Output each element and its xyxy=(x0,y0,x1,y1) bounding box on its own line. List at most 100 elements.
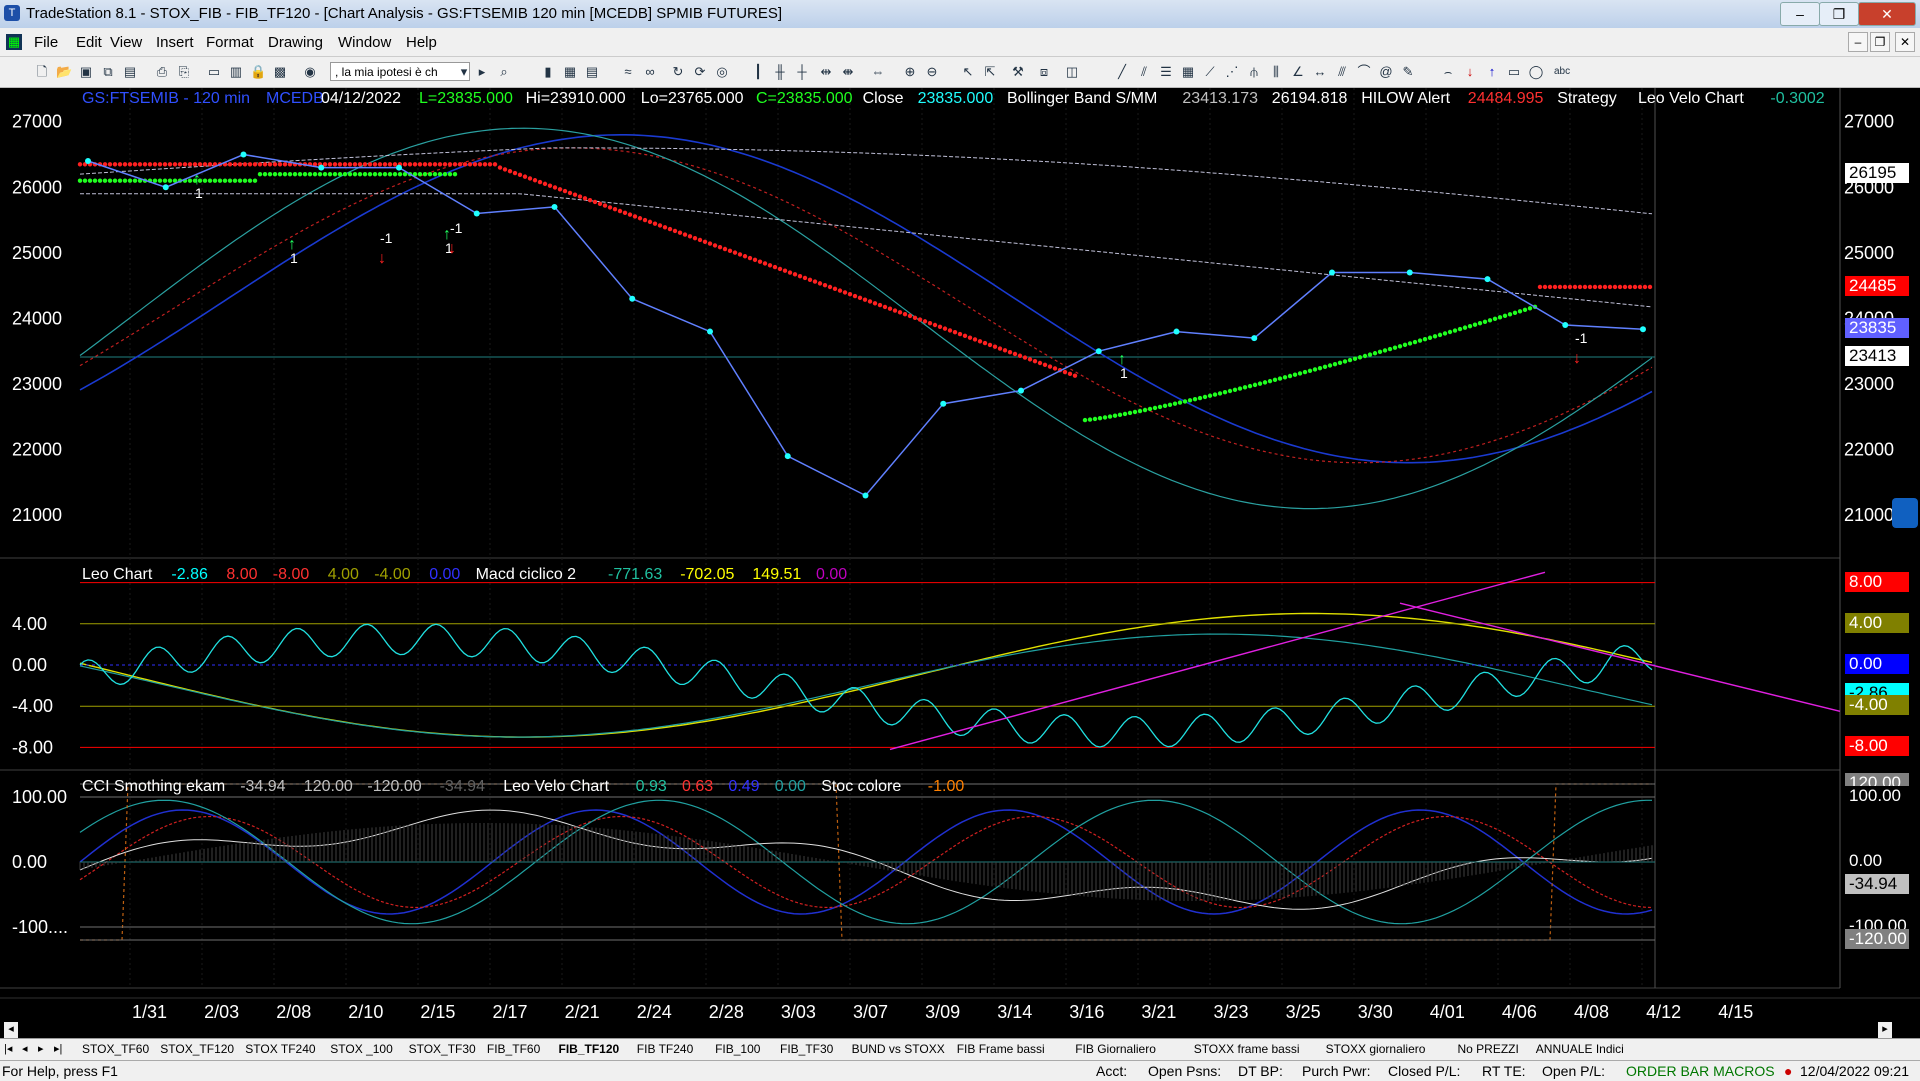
ohlc-icon[interactable]: ┼ xyxy=(794,64,810,80)
chart-area[interactable]: 1 ↑ 1 ↑ -1 ↓ 1 ↑ -1 ↓ 1 ↑ -1 ↓ 27000 27000 26000 26000 25… xyxy=(0,88,1920,1038)
globe-icon[interactable]: ◉ xyxy=(302,64,318,80)
tab-fib-tf240[interactable]: FIB TF240 xyxy=(637,1042,693,1056)
channel-icon[interactable]: ⫽ xyxy=(1136,64,1152,80)
fan-icon[interactable]: ⋰ xyxy=(1224,64,1240,80)
speed-line-icon[interactable]: ⟋ xyxy=(1202,64,1218,80)
briefcase-icon[interactable]: ▤ xyxy=(122,64,138,80)
menu-window[interactable]: Window xyxy=(338,34,391,51)
print-preview-icon[interactable]: ⎘ xyxy=(176,64,192,80)
window-icon[interactable]: ▭ xyxy=(206,64,222,80)
menu-help[interactable]: Help xyxy=(406,34,437,51)
pointer-icon[interactable]: ↖ xyxy=(960,64,976,80)
fib-icon[interactable]: ☰ xyxy=(1158,64,1174,80)
print-icon[interactable]: ⎙ xyxy=(154,64,170,80)
layout-icon[interactable]: ▥ xyxy=(228,64,244,80)
scroll-right-icon[interactable]: ▸ xyxy=(1878,1022,1892,1038)
scroll-left-icon[interactable]: ◂ xyxy=(4,1022,18,1038)
find-icon[interactable]: ⌕ xyxy=(496,64,512,80)
pen-icon[interactable]: ✎ xyxy=(1400,64,1416,80)
arc-icon[interactable]: ⌒ xyxy=(1356,64,1372,80)
spiral-icon[interactable]: @ xyxy=(1378,64,1394,80)
bar-chart-icon[interactable]: ▮ xyxy=(540,64,556,80)
hilow-red-dots xyxy=(1047,364,1053,369)
tab-bund-vs-stoxx[interactable]: BUND vs STOXX xyxy=(852,1042,945,1056)
refresh-icon[interactable]: ↻ xyxy=(670,64,686,80)
tab-stox-100[interactable]: STOX _100 xyxy=(330,1042,392,1056)
tick-icon[interactable]: ╫ xyxy=(772,64,788,80)
copy-icon[interactable]: ⧉ xyxy=(100,64,116,80)
tab-fib-100[interactable]: FIB_100 xyxy=(715,1042,760,1056)
tab-nav-prev[interactable]: ◂ xyxy=(22,1042,28,1055)
tab-fib-giornaliero[interactable]: FIB Giornaliero xyxy=(1075,1042,1156,1056)
chart-canvas[interactable]: 1↑1↑ -1↓1↑ -1↓1↑-1↓ 2700027000260002600025… xyxy=(0,88,1920,1038)
restore-button[interactable]: ❐ xyxy=(1819,2,1859,26)
cycle-icon[interactable]: ⫼ xyxy=(1268,64,1284,80)
tab-fib-tf60[interactable]: FIB_TF60 xyxy=(487,1042,540,1056)
candle-icon[interactable]: ┃ xyxy=(750,64,766,80)
menu-format[interactable]: Format xyxy=(206,34,254,51)
cursor-data-icon[interactable]: ⇱ xyxy=(982,64,998,80)
menu-view[interactable]: View xyxy=(110,34,142,51)
hammer-icon[interactable]: ⚒ xyxy=(1010,64,1026,80)
tab-nav-next[interactable]: ▸ xyxy=(38,1042,44,1055)
chevron-down-icon[interactable]: ▾ xyxy=(456,64,472,80)
format-icon[interactable]: ⧈ xyxy=(1036,64,1052,80)
new-icon[interactable]: 🗋 xyxy=(34,64,50,80)
scope-icon[interactable]: ◎ xyxy=(714,64,730,80)
menu-insert[interactable]: Insert xyxy=(156,34,194,51)
menu-file[interactable]: File xyxy=(34,34,58,51)
tab-fib-frame-bassi[interactable]: FIB Frame bassi xyxy=(957,1042,1045,1056)
compress-icon[interactable]: ⇹ xyxy=(818,64,834,80)
annotation-combo[interactable]: , la mia ipotesi è ch xyxy=(330,62,470,81)
angle-icon[interactable]: ∠ xyxy=(1290,64,1306,80)
tab-stoxx-frame-bassi[interactable]: STOXX frame bassi xyxy=(1194,1042,1300,1056)
tab-fib-tf30[interactable]: FIB_TF30 xyxy=(780,1042,833,1056)
mdi-close-button[interactable]: ✕ xyxy=(1895,32,1915,52)
save-icon[interactable]: ▣ xyxy=(78,64,94,80)
rectangle-icon[interactable]: ▭ xyxy=(1506,64,1522,80)
pitchfork-icon[interactable]: ⫛ xyxy=(1246,64,1262,80)
minimize-button[interactable]: – xyxy=(1780,2,1820,26)
snap-icon[interactable]: ◫ xyxy=(1064,64,1080,80)
sell-arrow-icon[interactable]: ↓ xyxy=(1462,64,1478,80)
text-tool-icon[interactable]: abc xyxy=(1554,64,1570,80)
tab-stox-tf30[interactable]: STOX_TF30 xyxy=(409,1042,476,1056)
tab-stox-tf240[interactable]: STOX TF240 xyxy=(245,1042,315,1056)
zoom-in-icon[interactable]: ⊕ xyxy=(902,64,918,80)
wave-icon[interactable]: ≈ xyxy=(620,64,636,80)
mdi-minimize-button[interactable]: – xyxy=(1848,32,1868,52)
sync-icon[interactable]: ⟳ xyxy=(692,64,708,80)
link-icon[interactable]: ∞ xyxy=(642,64,658,80)
parallel-icon[interactable]: ⫻ xyxy=(1334,64,1350,80)
curve-icon[interactable]: ⌢ xyxy=(1440,64,1456,80)
tab-stox-tf120[interactable]: STOX_TF120 xyxy=(160,1042,234,1056)
tab-nav-last[interactable]: ▸| xyxy=(54,1042,62,1055)
lock-icon[interactable]: 🔒 xyxy=(250,64,266,80)
play-icon[interactable]: ▸ xyxy=(474,64,490,80)
scroll-icon[interactable]: ⇔ xyxy=(870,64,886,80)
close-button[interactable]: ✕ xyxy=(1858,2,1916,26)
order-bar-macros[interactable]: ORDER BAR MACROS xyxy=(1626,1063,1775,1079)
tab-no-prezzi[interactable]: No PREZZI xyxy=(1458,1042,1519,1056)
horizontal-line-icon[interactable]: ↔ xyxy=(1312,64,1328,80)
tab-stoxx-giornaliero[interactable]: STOXX giornaliero xyxy=(1326,1042,1426,1056)
chart-side-button[interactable] xyxy=(1892,498,1918,528)
open-icon[interactable]: 📂 xyxy=(56,64,72,80)
tab-stox-tf60[interactable]: STOX_TF60 xyxy=(82,1042,149,1056)
hilow-green-dots xyxy=(227,178,233,183)
ellipse-icon[interactable]: ◯ xyxy=(1528,64,1544,80)
table-icon[interactable]: ▤ xyxy=(584,64,600,80)
gann-icon[interactable]: ▦ xyxy=(1180,64,1196,80)
zoom-out-icon[interactable]: ⊖ xyxy=(924,64,940,80)
grid-icon[interactable]: ▦ xyxy=(562,64,578,80)
tab-nav-first[interactable]: |◂ xyxy=(4,1042,12,1055)
trendline-icon[interactable]: ╱ xyxy=(1114,64,1130,80)
chart-icon[interactable]: ▩ xyxy=(272,64,288,80)
expand-icon[interactable]: ⇼ xyxy=(840,64,856,80)
tab-annuale-indici[interactable]: ANNUALE Indici xyxy=(1536,1042,1624,1056)
menu-edit[interactable]: Edit xyxy=(76,34,102,51)
mdi-restore-button[interactable]: ❐ xyxy=(1870,32,1890,52)
tab-fib-tf120[interactable]: FIB_TF120 xyxy=(559,1042,620,1056)
buy-arrow-icon[interactable]: ↑ xyxy=(1484,64,1500,80)
menu-drawing[interactable]: Drawing xyxy=(268,34,323,51)
